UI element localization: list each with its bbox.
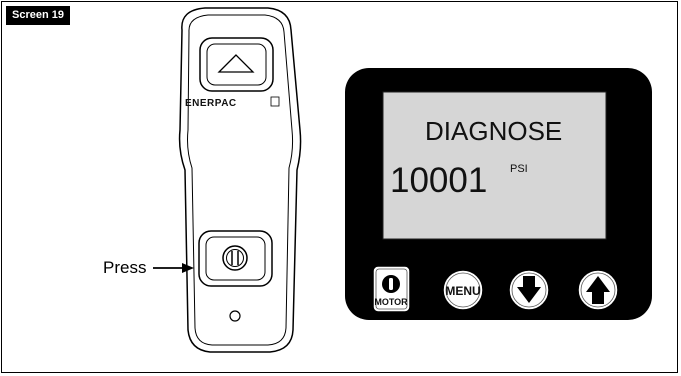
lcd-mode-text: DIAGNOSE	[425, 116, 562, 146]
pendant-brand: ENERPAC	[185, 98, 237, 109]
illustration: ENERPAC DIAGNOSE 10001 PSI MOTOR MENU	[153, 7, 652, 353]
lcd-pressure-value: 10001	[390, 161, 487, 200]
lcd-pressure-unit: PSI	[510, 163, 528, 175]
menu-button-label: MENU	[445, 284, 480, 298]
pendant: ENERPAC	[178, 7, 302, 353]
menu-button[interactable]: MENU	[442, 269, 484, 311]
led-circle-icon	[229, 310, 241, 322]
motor-button[interactable]: MOTOR	[372, 265, 411, 313]
rocker-switch-icon	[222, 245, 248, 271]
press-label: Press	[103, 258, 147, 277]
controller-unit: DIAGNOSE 10001 PSI MOTOR MENU	[345, 68, 652, 320]
pendant-center-button[interactable]	[198, 230, 273, 287]
brand-mark-icon	[270, 96, 280, 107]
power-icon	[382, 275, 400, 293]
up-button[interactable]	[577, 269, 619, 311]
motor-button-label: MOTOR	[374, 297, 408, 307]
pendant-up-button[interactable]	[199, 37, 274, 92]
down-button[interactable]	[508, 269, 550, 311]
